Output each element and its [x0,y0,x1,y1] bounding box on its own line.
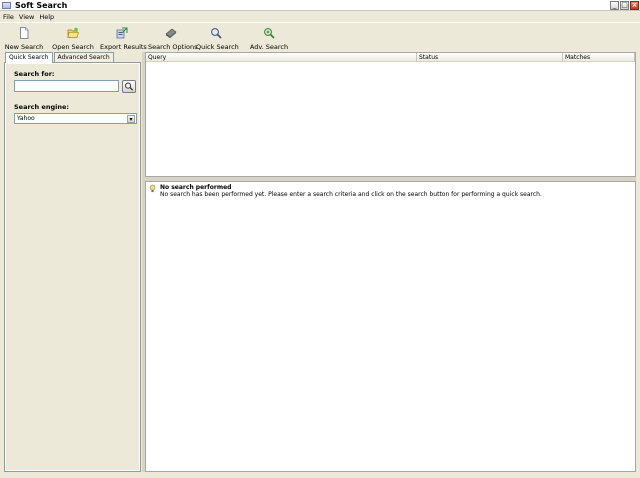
message-pane: No search performed No search has been p… [145,181,636,472]
options-icon [165,28,177,39]
title-bar: Soft Search _ □ × [0,0,640,11]
app-icon [2,2,11,9]
close-icon: × [631,1,638,9]
search-input[interactable] [14,80,119,92]
column-header-status[interactable]: Status [417,53,563,62]
export-results-button[interactable]: Export Results [100,26,147,52]
close-button[interactable]: × [630,1,639,10]
message-title: No search performed [160,184,232,191]
magnifier-icon [211,28,222,39]
quick-search-page: Search for: Search engine: Yahoo ▾ [4,62,141,472]
search-engine-label: Search engine: [14,103,69,111]
window-title: Soft Search [15,1,68,10]
advanced-search-icon [264,28,275,39]
search-options-label: Search Options [148,43,198,51]
quick-search-label: Quick Search [196,43,239,51]
maximize-icon: □ [621,1,628,9]
status-bar [0,472,640,478]
quick-search-button[interactable]: Quick Search [196,26,239,52]
search-for-label: Search for: [14,70,55,78]
search-tabs: Quick Search Advanced Search [5,52,115,63]
quick-search-body: Search for: Search engine: Yahoo ▾ [6,64,139,470]
chevron-down-icon: ▾ [129,116,133,123]
open-search-button[interactable]: Open Search [52,26,94,52]
message-body: No search has been performed yet. Please… [160,191,542,198]
export-icon [116,27,128,39]
menu-help[interactable]: Help [39,12,54,22]
minimize-icon: _ [612,1,617,9]
toolbar: New Search Open Search Export Results Se… [0,22,640,52]
search-icon [125,82,134,91]
export-results-label: Export Results [100,43,147,51]
dropdown-button[interactable]: ▾ [127,115,135,123]
menu-bar: File View Help [0,12,640,22]
info-icon [149,184,156,193]
window-controls: _ □ × [610,1,639,10]
menu-view[interactable]: View [19,12,34,22]
new-search-label: New Search [4,43,44,51]
adv-search-button[interactable]: Adv. Search [248,26,290,52]
search-options-button[interactable]: Search Options [148,26,198,52]
open-folder-icon [67,27,79,38]
search-button[interactable] [122,80,136,93]
maximize-button[interactable]: □ [620,1,629,10]
new-document-icon [20,27,29,39]
minimize-button[interactable]: _ [610,1,619,10]
search-panel: Quick Search Advanced Search Search for:… [4,52,141,472]
open-search-label: Open Search [52,43,94,51]
adv-search-label: Adv. Search [249,43,289,51]
tab-quick-search[interactable]: Quick Search [5,52,53,63]
column-header-matches[interactable]: Matches [563,53,635,62]
new-search-button[interactable]: New Search [2,26,46,52]
results-list[interactable]: Query Status Matches [145,52,636,177]
column-header-query[interactable]: Query [146,53,417,62]
tab-advanced-search[interactable]: Advanced Search [53,52,114,62]
search-engine-value: Yahoo [17,115,35,122]
menu-file[interactable]: File [3,12,14,22]
search-engine-select[interactable]: Yahoo ▾ [14,113,137,124]
